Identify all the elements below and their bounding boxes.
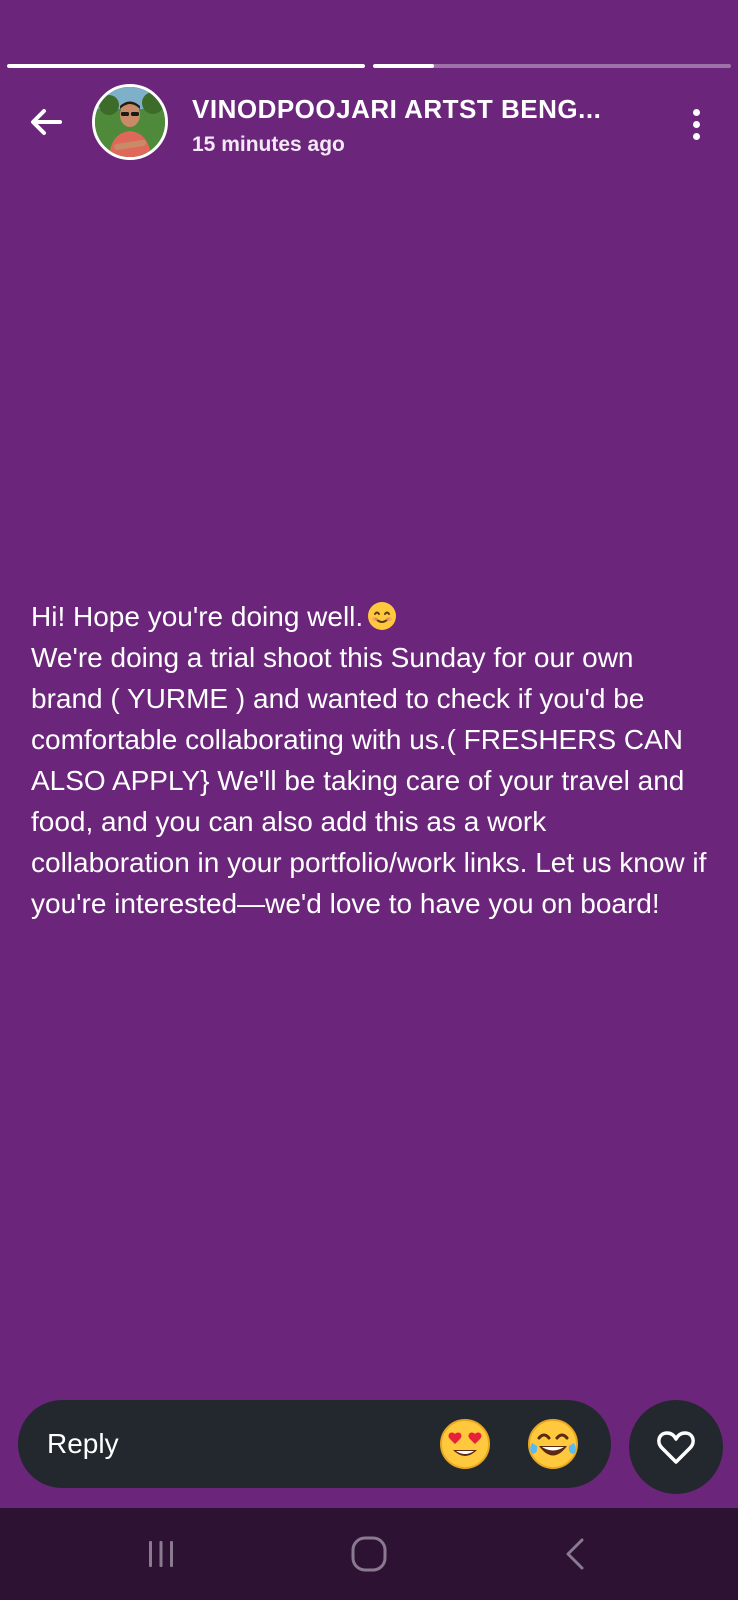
home-icon bbox=[351, 1536, 387, 1572]
reply-input[interactable]: Reply bbox=[18, 1400, 611, 1488]
system-nav-bar bbox=[0, 1508, 738, 1600]
progress-fill bbox=[373, 64, 434, 68]
avatar[interactable] bbox=[92, 84, 168, 160]
more-options-button[interactable] bbox=[676, 104, 716, 144]
back-arrow-icon bbox=[31, 109, 62, 135]
more-vertical-icon bbox=[692, 120, 700, 128]
like-story-button[interactable] bbox=[629, 1400, 723, 1494]
story-message: Hi! Hope you're doing well. We're doing … bbox=[31, 596, 711, 924]
reaction-heart-eyes-button[interactable] bbox=[438, 1417, 492, 1471]
smiling-face-emoji-icon bbox=[368, 602, 397, 630]
message-greeting: Hi! Hope you're doing well. bbox=[31, 596, 711, 637]
nav-home-button[interactable] bbox=[339, 1524, 399, 1584]
back-button[interactable] bbox=[24, 100, 68, 144]
progress-segment bbox=[373, 64, 731, 68]
nav-recents-button[interactable] bbox=[131, 1524, 191, 1584]
reaction-tears-of-joy-button[interactable] bbox=[526, 1417, 580, 1471]
story-progress bbox=[7, 64, 731, 68]
message-body: We're doing a trial shoot this Sunday fo… bbox=[31, 642, 707, 919]
heart-eyes-emoji-icon bbox=[440, 1419, 490, 1469]
story-timestamp: 15 minutes ago bbox=[192, 133, 345, 156]
story-username[interactable]: VINODPOOJARI ARTST BENG... bbox=[192, 94, 652, 125]
recents-icon bbox=[149, 1541, 173, 1567]
story-view[interactable]: VINODPOOJARI ARTST BENG... 15 minutes ag… bbox=[0, 0, 738, 1508]
message-line-1: Hi! Hope you're doing well. bbox=[31, 601, 364, 632]
more-vertical-icon bbox=[692, 132, 700, 140]
nav-back-button[interactable] bbox=[545, 1524, 605, 1584]
heart-outline-icon bbox=[657, 1431, 695, 1464]
profile-photo-icon bbox=[95, 87, 165, 157]
tears-of-joy-emoji-icon bbox=[528, 1419, 578, 1469]
more-vertical-icon bbox=[692, 108, 700, 116]
nav-back-icon bbox=[566, 1538, 584, 1570]
progress-segment bbox=[7, 64, 365, 68]
progress-fill bbox=[7, 64, 365, 68]
